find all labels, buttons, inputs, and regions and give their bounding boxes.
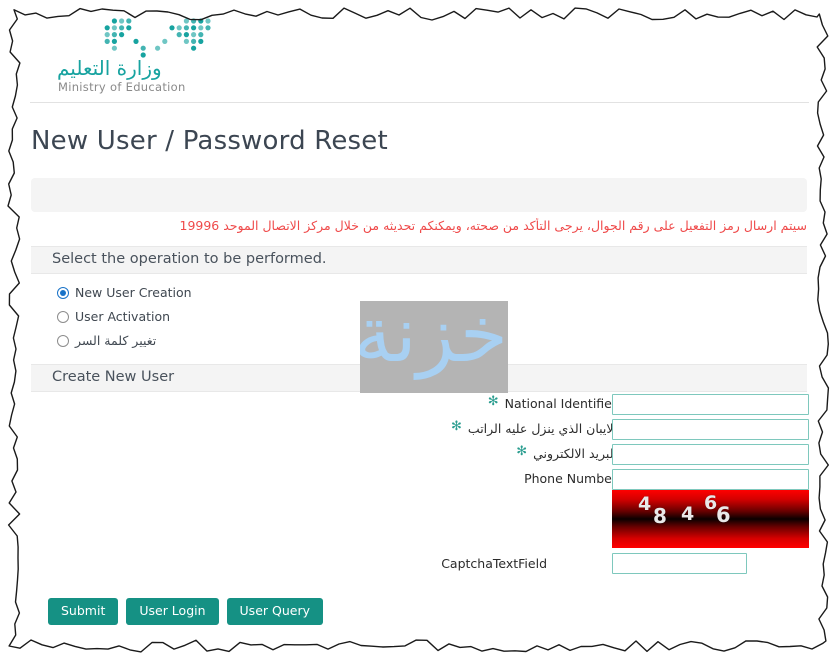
captcha-input[interactable] (612, 553, 747, 574)
captcha-digit-0: 4 (638, 493, 652, 515)
user-query-button[interactable]: User Query (226, 598, 323, 625)
logo-english-name: Ministry of Education (58, 80, 186, 94)
page-root: وزارة التعليم Ministry of Education New … (0, 0, 837, 660)
operation-section-title: Select the operation to be performed. (52, 251, 327, 267)
captcha-digit-4: 6 (716, 503, 731, 527)
operation-section-header: Select the operation to be performed. (31, 246, 807, 274)
field-input-3[interactable] (612, 469, 809, 490)
captcha-digit-2: 4 (681, 503, 695, 525)
watermark-text: خزنة (360, 301, 508, 380)
field-label-3: Phone Number (524, 471, 617, 486)
operation-option-2[interactable]: تغيير كلمة السر (57, 330, 192, 351)
header-divider (30, 102, 809, 103)
create-user-form: National Identifier ✻ الايبان الذي ينزل عل… (22, 394, 815, 494)
radio-1[interactable] (57, 310, 69, 323)
field-input-2[interactable] (612, 444, 809, 465)
operation-option-label-2: تغيير كلمة السر (75, 333, 157, 348)
page-content: وزارة التعليم Ministry of Education New … (22, 14, 815, 644)
captcha-image: 48466 (612, 490, 809, 548)
field-label-0: National Identifier (504, 396, 617, 411)
field-label-1: الايبان الذي ينزل عليه الراتب (467, 421, 617, 436)
form-row-0: National Identifier ✻ (22, 394, 815, 416)
radio-0-selected[interactable] (57, 286, 69, 299)
required-asterisk-icon-0: ✻ (487, 394, 499, 409)
submit-button[interactable]: Submit (48, 598, 119, 625)
alert-message: سيتم ارسال رمز التفعيل على رقم الجوال، ي… (179, 218, 808, 233)
operation-radio-group[interactable]: New User Creation User Activation تغيير كل… (57, 282, 192, 354)
radio-2[interactable] (57, 334, 69, 347)
form-section-title: Create New User (52, 369, 175, 385)
captcha-digit-1: 8 (653, 504, 667, 528)
form-row-1: الايبان الذي ينزل عليه الراتب ✻ (22, 419, 815, 441)
site-header: وزارة التعليم Ministry of Education (22, 14, 815, 104)
page-title: New User / Password Reset (31, 126, 388, 156)
logo-arabic-name: وزارة التعليم (57, 56, 162, 80)
operation-option-1[interactable]: User Activation (57, 306, 192, 327)
field-input-0[interactable] (612, 394, 809, 415)
form-row-2: البريد الالكتروني ✻ (22, 444, 815, 466)
notice-panel (31, 178, 807, 212)
required-asterisk-icon-1: ✻ (451, 419, 462, 434)
user-login-button[interactable]: User Login (126, 598, 219, 625)
action-buttons: Submit User Login User Query (48, 598, 323, 625)
watermark-overlay: خزنة (360, 301, 508, 393)
field-label-2: البريد الالكتروني (533, 446, 617, 461)
logo-dots-icon (104, 18, 211, 58)
operation-option-label-1: User Activation (75, 309, 171, 324)
captcha-field-label: CaptchaTextField (441, 556, 547, 571)
form-row-3: Phone Number (22, 469, 815, 491)
captcha-field-row: CaptchaTextField (22, 553, 815, 575)
field-input-1[interactable] (612, 419, 809, 440)
required-asterisk-icon-2: ✻ (516, 444, 528, 459)
operation-option-0[interactable]: New User Creation (57, 282, 192, 303)
operation-option-label-0: New User Creation (75, 285, 192, 300)
ministry-logo: وزارة التعليم Ministry of Education (50, 14, 280, 100)
